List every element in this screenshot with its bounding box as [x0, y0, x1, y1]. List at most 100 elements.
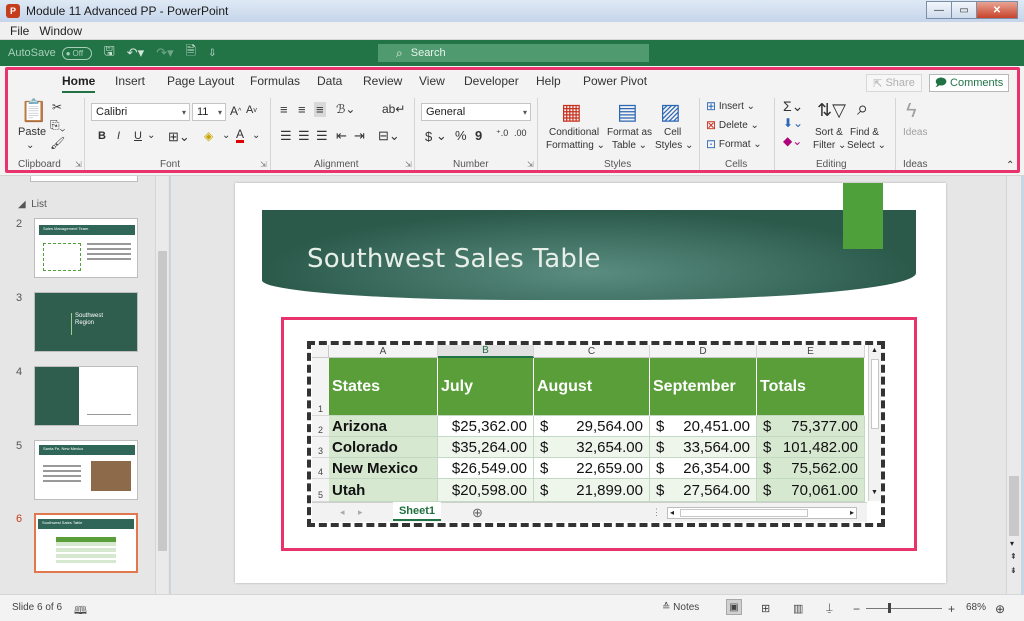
row-header-4[interactable]: 4 [312, 458, 329, 479]
row-header-5[interactable]: 5 [312, 479, 329, 502]
worksheet-horizontal-scrollbar[interactable]: ◂ ▸ [667, 507, 857, 519]
zoom-out-button[interactable]: − [853, 602, 860, 616]
align-right-icon[interactable]: ☰ [316, 128, 328, 144]
cell-styles-icon[interactable]: ▨ [660, 99, 681, 125]
next-slide-icon[interactable]: ⇟ [1010, 566, 1017, 575]
conditional-formatting-button-line2[interactable]: Formatting ⌄ [546, 140, 605, 151]
header-cell-july[interactable]: July [438, 358, 534, 416]
slides-panel-scrollbar[interactable] [155, 176, 168, 594]
tab-help[interactable]: Help [536, 74, 561, 88]
font-size-select[interactable]: 11 ▾ [192, 103, 226, 121]
tab-review[interactable]: Review [363, 74, 402, 88]
scroll-up-icon[interactable]: ▲ [871, 347, 878, 354]
header-cell-states[interactable]: States [329, 358, 438, 416]
tab-data[interactable]: Data [317, 74, 342, 88]
accounting-format-button[interactable]: $ ⌄ [425, 128, 447, 144]
fill-icon[interactable]: ⬇⌄ [783, 116, 803, 130]
align-middle-icon[interactable]: ≡ [298, 102, 306, 117]
scrollbar-thumb[interactable] [871, 359, 879, 429]
find-select-button[interactable]: Find & [850, 127, 879, 138]
row-header-2[interactable]: 2 [312, 416, 329, 437]
alignment-launcher-icon[interactable]: ⇲ [405, 160, 412, 169]
scroll-down-icon[interactable]: ▼ [871, 489, 878, 496]
previous-slide-icon[interactable]: ⇞ [1010, 552, 1017, 561]
reading-view-icon[interactable]: ▥ [793, 602, 803, 615]
september-cell[interactable]: $26,354.00 [650, 458, 757, 479]
find-select-icon[interactable]: ⌕ [857, 98, 868, 121]
scrollbar-thumb[interactable] [1009, 476, 1019, 536]
underline-dropdown-icon[interactable]: ⌄ [147, 130, 155, 141]
tab-home[interactable]: Home [62, 74, 96, 93]
normal-view-icon[interactable]: ▣ [726, 599, 742, 615]
next-sheet-icon[interactable]: ▸ [358, 507, 363, 518]
close-button[interactable]: ✕ [976, 1, 1018, 19]
tab-insert[interactable]: Insert [115, 74, 145, 88]
ideas-button[interactable]: Ideas [903, 127, 927, 138]
september-cell[interactable]: $27,564.00 [650, 479, 757, 502]
add-sheet-icon[interactable]: ⊕ [472, 505, 483, 521]
find-select-button-line2[interactable]: Select ⌄ [847, 140, 886, 151]
italic-button[interactable]: I [117, 130, 120, 142]
decrease-indent-icon[interactable]: ⇤ [336, 128, 347, 144]
menu-window[interactable]: Window [39, 24, 82, 38]
header-cell-september[interactable]: September [650, 358, 757, 416]
comments-button[interactable]: 🗩 Comments [929, 74, 1009, 92]
comma-style-button[interactable]: 9 [475, 128, 482, 143]
fill-color-icon[interactable]: ◈ [204, 129, 213, 143]
state-cell[interactable]: Utah [329, 479, 438, 502]
paste-button[interactable]: Paste [18, 126, 46, 138]
underline-button[interactable]: U [134, 130, 142, 142]
undo-icon[interactable]: ↶▾ [127, 45, 144, 61]
sort-filter-icon[interactable]: ⇅▽ [817, 100, 846, 121]
slide-thumbnail-6[interactable]: Southwest Sales Table [34, 513, 138, 573]
wrap-text-icon[interactable]: ab↵ [382, 102, 405, 116]
font-color-icon[interactable]: A [236, 128, 245, 143]
align-bottom-icon[interactable]: ≡ [314, 102, 326, 117]
select-all-corner[interactable] [312, 345, 329, 358]
slideshow-icon[interactable]: ⍊ [826, 602, 833, 615]
july-cell[interactable]: $26,549.00 [438, 458, 534, 479]
scroll-down-icon[interactable]: ▾ [1010, 539, 1014, 548]
minimize-button[interactable]: — [926, 1, 952, 19]
insert-cells-button[interactable]: ⊞ Insert ⌄ [706, 99, 755, 113]
column-header-c[interactable]: C [534, 345, 650, 358]
total-cell[interactable]: $101,482.00 [757, 437, 865, 458]
borders-icon[interactable]: ⊞⌄ [168, 129, 190, 145]
paste-icon[interactable]: 📋 [20, 98, 47, 124]
percent-button[interactable]: % [455, 128, 467, 143]
header-cell-august[interactable]: August [534, 358, 650, 416]
total-cell[interactable]: $70,061.00 [757, 479, 865, 502]
column-header-a[interactable]: A [329, 345, 438, 358]
slide-1-thumbnail-partial[interactable] [30, 176, 138, 182]
clipboard-launcher-icon[interactable]: ⇲ [75, 160, 82, 169]
cut-icon[interactable]: ✂ [52, 100, 62, 114]
state-cell[interactable]: Colorado [329, 437, 438, 458]
tab-page-layout[interactable]: Page Layout [167, 74, 234, 88]
tab-developer[interactable]: Developer [464, 74, 519, 88]
column-header-e[interactable]: E [757, 345, 865, 358]
share-button[interactable]: ⇱ Share [866, 74, 922, 92]
zoom-in-button[interactable]: + [948, 602, 955, 616]
slide-scrollbar[interactable]: ▾ ⇞ ⇟ [1006, 176, 1021, 594]
merge-center-icon[interactable]: ⊟⌄ [378, 128, 400, 144]
align-left-icon[interactable]: ☰ [280, 128, 292, 144]
july-cell[interactable]: $35,264.00 [438, 437, 534, 458]
column-header-d[interactable]: D [650, 345, 757, 358]
increase-decimal-icon[interactable]: ⁺.0 [496, 128, 508, 139]
scroll-right-icon[interactable]: ▸ [850, 508, 854, 517]
slide-title[interactable]: Southwest Sales Table [307, 244, 601, 274]
search-box[interactable]: ⌕ Search [378, 44, 649, 62]
format-as-table-button-line2[interactable]: Table ⌄ [612, 140, 647, 151]
align-top-icon[interactable]: ≡ [280, 102, 288, 117]
maximize-button[interactable]: ▭ [951, 1, 977, 19]
august-cell[interactable]: $21,899.00 [534, 479, 650, 502]
format-as-table-button[interactable]: Format as [607, 127, 652, 138]
scrollbar-thumb[interactable] [680, 509, 808, 517]
bold-button[interactable]: B [98, 130, 106, 142]
cell-styles-button-line2[interactable]: Styles ⌄ [655, 140, 693, 151]
section-list[interactable]: ◢ List [18, 199, 47, 210]
notes-button[interactable]: ≙ Notes [662, 602, 699, 613]
conditional-formatting-icon[interactable]: ▦ [561, 99, 582, 125]
font-color-dropdown-icon[interactable]: ⌄ [252, 130, 260, 141]
ideas-icon[interactable]: ϟ [906, 100, 917, 123]
